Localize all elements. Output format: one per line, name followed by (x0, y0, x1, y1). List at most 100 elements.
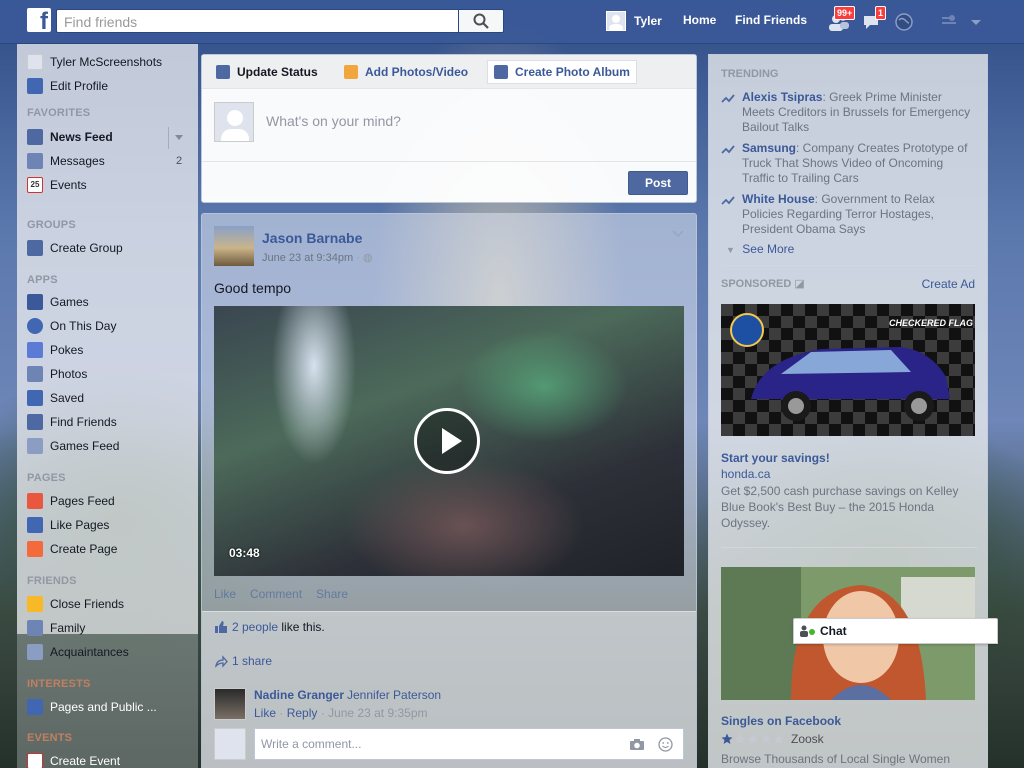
trending-item[interactable]: Samsung: Company Creates Prototype of Tr… (721, 141, 977, 186)
facebook-logo[interactable]: f (27, 8, 51, 32)
sidebar-item-create-page[interactable]: Create Page (27, 540, 117, 558)
tab-label: Add Photos/Video (365, 65, 469, 79)
sidebar-item-close-friends[interactable]: Close Friends (27, 595, 124, 613)
controller-icon (27, 438, 43, 454)
sidebar-item-games[interactable]: Games (27, 293, 89, 311)
sidebar-item-pages-public[interactable]: Pages and Public ... (27, 698, 157, 716)
comment-reply-link[interactable]: Reply (287, 706, 318, 720)
chevron-down-icon (971, 20, 981, 25)
ad-domain[interactable]: honda.ca (721, 467, 770, 481)
favorites-heading: FAVORITES (27, 107, 91, 119)
find-friends-link[interactable]: Find Friends (735, 13, 807, 27)
sidebar-item-news-feed[interactable]: News Feed (27, 128, 113, 146)
tagged-person[interactable]: Jennifer Paterson (347, 688, 441, 702)
messages-badge: 1 (875, 6, 887, 20)
messages-button[interactable]: 1 (862, 6, 887, 32)
news-feed-options-icon[interactable] (174, 134, 184, 142)
video-player[interactable]: 03:48 (214, 306, 684, 576)
ad-title[interactable]: Start your savings! (721, 451, 830, 465)
sidebar-item-games-feed[interactable]: Games Feed (27, 437, 119, 455)
comment-like-link[interactable]: Like (254, 706, 276, 720)
sidebar-item-on-this-day[interactable]: On This Day (27, 317, 116, 335)
tab-add-photos-video[interactable]: Add Photos/Video (338, 60, 474, 84)
like-link[interactable]: Like (214, 587, 236, 601)
see-more-label: See More (742, 242, 795, 256)
likes-summary: 2 people like this. (214, 620, 325, 634)
tab-label: Update Status (237, 65, 318, 79)
sidebar-item-find-friends[interactable]: Find Friends (27, 413, 117, 431)
trending-item[interactable]: White House: Government to Relax Policie… (721, 192, 977, 237)
sidebar-item-label: Create Page (50, 542, 118, 556)
tab-update-status[interactable]: Update Status (210, 60, 324, 84)
photo-icon (344, 65, 358, 79)
likes-people-link[interactable]: 2 people (232, 620, 278, 634)
sidebar-item-create-event[interactable]: Create Event (27, 752, 120, 768)
comment-link[interactable]: Comment (250, 587, 302, 601)
sidebar-item-label: Like Pages (50, 518, 110, 532)
author-avatar[interactable] (214, 226, 254, 266)
commenter-avatar[interactable] (214, 688, 246, 720)
composer-footer: Post (202, 161, 696, 202)
sidebar-item-events[interactable]: 25 Events (27, 176, 87, 194)
comment-input[interactable]: Write a comment... (254, 728, 684, 760)
sidebar-item-label: Family (50, 621, 86, 635)
shares-summary[interactable]: 1 share (214, 654, 272, 668)
search-button[interactable] (458, 9, 504, 33)
rating-stars (721, 733, 785, 744)
commenter-name[interactable]: Nadine Granger (254, 688, 344, 702)
sidebar-item-like-pages[interactable]: Like Pages (27, 516, 109, 534)
sidebar-item-pokes[interactable]: Pokes (27, 341, 83, 359)
tab-create-photo-album[interactable]: Create Photo Album (487, 60, 637, 84)
shares-link[interactable]: 1 share (232, 654, 272, 668)
interests-heading: INTERESTS (27, 678, 91, 690)
story-author[interactable]: Jason Barnabe (262, 230, 362, 246)
status-input[interactable]: What's on your mind? (266, 113, 401, 129)
notifications-button[interactable] (894, 12, 916, 32)
ad-title[interactable]: Singles on Facebook (721, 714, 841, 728)
sidebar-item-pages-feed[interactable]: Pages Feed (27, 492, 115, 510)
default-avatar-icon (609, 15, 623, 30)
emoji-icon[interactable] (658, 737, 673, 752)
share-link[interactable]: Share (316, 587, 348, 601)
sidebar-item-profile[interactable]: Tyler McScreenshots (27, 53, 162, 71)
chat-tab[interactable]: Chat (793, 618, 998, 644)
write-comment-row: Write a comment... (214, 728, 684, 760)
privacy-icon (942, 15, 956, 24)
account-menu-button[interactable] (968, 12, 990, 32)
profile-link[interactable]: Tyler (606, 10, 662, 32)
post-button[interactable]: Post (628, 171, 688, 195)
megaphone-icon: ◪ (794, 278, 805, 290)
sidebar-item-create-group[interactable]: Create Group (27, 239, 123, 257)
rating-star (773, 733, 785, 744)
privacy-shortcuts-button[interactable] (940, 12, 962, 32)
feedback-section: 2 people like this. 1 share Nadine Grang… (202, 611, 696, 768)
see-more-link[interactable]: ▼ See More (726, 242, 794, 256)
comment-timestamp[interactable]: June 23 at 9:35pm (328, 706, 427, 720)
sidebar-item-label: Find Friends (50, 415, 117, 429)
sidebar-item-family[interactable]: Family (27, 619, 85, 637)
sidebar-item-photos[interactable]: Photos (27, 365, 87, 383)
calendar-icon: 25 (27, 177, 43, 193)
sidebar-item-label: Create Event (50, 754, 121, 768)
friends-heading: FRIENDS (27, 575, 77, 587)
search-input[interactable]: Find friends (56, 9, 458, 33)
ad-body: Browse Thousands of Local Single Women (721, 752, 951, 766)
camera-icon[interactable] (629, 738, 645, 751)
create-ad-link[interactable]: Create Ad (922, 277, 975, 291)
sidebar-item-messages[interactable]: Messages (27, 152, 105, 170)
friend-requests-badge: 99+ (834, 6, 856, 20)
sidebar-item-label: Pokes (50, 343, 84, 357)
sidebar-item-edit-profile[interactable]: Edit Profile (27, 77, 108, 95)
flag-icon (27, 541, 43, 557)
sidebar-item-acquaintances[interactable]: Acquaintances (27, 643, 129, 661)
story-options-chevron-icon[interactable] (672, 230, 684, 238)
trending-item[interactable]: Alexis Tsipras: Greek Prime Minister Mee… (721, 90, 977, 135)
play-icon[interactable] (414, 408, 480, 474)
profile-avatar-icon (27, 54, 43, 70)
story-timestamp[interactable]: June 23 at 9:34pm · ◍ (262, 251, 373, 264)
ad-image[interactable]: CHECKERED FLAG (721, 304, 975, 436)
friend-requests-button[interactable]: 99+ (828, 6, 856, 32)
sidebar-item-saved[interactable]: Saved (27, 389, 84, 407)
home-link[interactable]: Home (683, 13, 716, 27)
games-icon (27, 294, 43, 310)
